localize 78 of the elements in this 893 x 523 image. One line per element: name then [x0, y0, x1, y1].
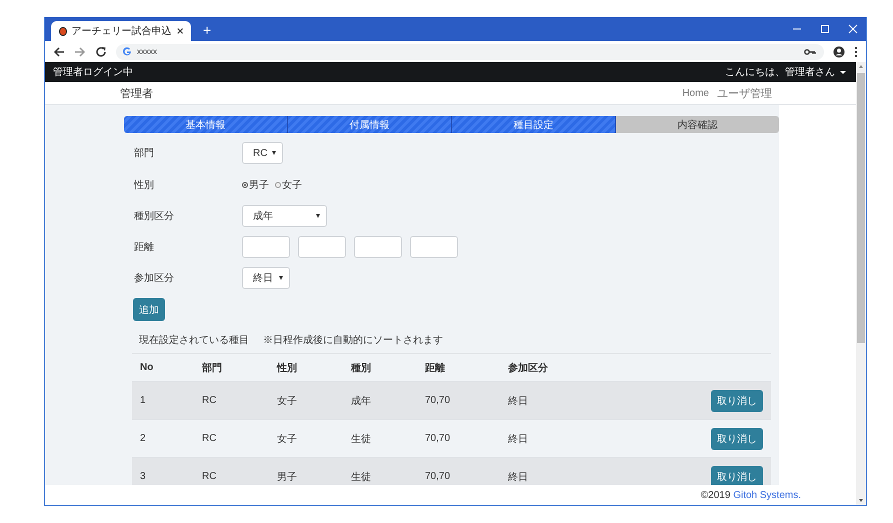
caret-icon [279, 276, 283, 280]
cancel-button[interactable]: 取り消し [711, 466, 763, 485]
maximize-icon[interactable] [820, 24, 830, 34]
table-cell-text: 生徒 [350, 432, 372, 446]
column-header: 種別 [350, 362, 372, 374]
browser-tab[interactable]: アーチェリー試合申込 [51, 21, 191, 41]
progress-step: 基本情報 [124, 116, 288, 133]
field-label: 性別 [134, 178, 155, 192]
back-arrow-icon[interactable] [53, 46, 65, 58]
scrollbar[interactable] [856, 62, 866, 505]
table-cell-text: 成年 [350, 394, 372, 408]
tab-title: アーチェリー試合申込 [72, 24, 172, 38]
new-tab-button[interactable]: + [203, 22, 212, 38]
field-label: 種別区分 [134, 210, 175, 223]
table-cell-text: 終日 [507, 394, 529, 408]
table-cell-text: 生徒 [350, 470, 372, 484]
radio-button[interactable] [275, 182, 281, 188]
table-cell-text: RC [201, 471, 218, 482]
table-cell-text: 2 [139, 433, 147, 444]
field-label: 距離 [134, 241, 155, 254]
table-cell-text: 1 [139, 395, 147, 406]
caret-icon [272, 151, 276, 155]
radio-option[interactable]: 女子 [275, 178, 302, 192]
input-field[interactable] [242, 236, 290, 258]
radio-button[interactable] [242, 182, 248, 188]
account-icon[interactable] [833, 46, 845, 58]
copyright-text: ©2019 Gitoh Systems. [700, 490, 801, 500]
address-bar[interactable]: xxxxx [116, 44, 824, 60]
caret-icon [316, 214, 320, 218]
input-field[interactable] [410, 236, 458, 258]
table-cell-text: 男子 [276, 470, 298, 484]
field-label: 参加区分 [134, 272, 175, 285]
cancel-button[interactable]: 取り消し [711, 390, 763, 412]
table-cell-text: 70,70 [424, 471, 452, 482]
radio-option[interactable]: 男子 [242, 178, 269, 192]
column-header: 距離 [424, 362, 446, 374]
more-menu-icon[interactable] [854, 46, 858, 58]
table-cell-text: 女子 [276, 432, 298, 446]
table-caption: 現在設定されている種目 [139, 334, 249, 347]
caret-icon [840, 70, 846, 74]
column-header: 参加区分 [507, 362, 549, 374]
table-cell-text: RC [201, 433, 218, 444]
forward-arrow-icon[interactable] [74, 46, 86, 58]
table-cell-text: 女子 [276, 394, 298, 408]
user-menu[interactable]: こんにちは、管理者さん [725, 65, 846, 79]
g-logo-icon [122, 46, 132, 56]
key-icon[interactable] [804, 48, 816, 56]
close-icon[interactable] [176, 27, 183, 35]
table-cell-text: 終日 [507, 432, 529, 446]
table-cell-text: RC [201, 395, 218, 406]
input-field[interactable] [354, 236, 402, 258]
site-brand[interactable]: 管理者 [120, 86, 153, 100]
column-header: No [139, 362, 154, 373]
dropdown[interactable]: 成年 [242, 205, 327, 227]
sort-note: ※日程作成後に自動的にソートされます [263, 334, 443, 347]
scrollbar-thumb[interactable] [857, 73, 865, 343]
column-header: 部門 [200, 362, 223, 374]
progress-step: 付属情報 [288, 116, 452, 133]
input-field[interactable] [298, 236, 346, 258]
table-cell-text: 70,70 [424, 433, 452, 444]
nav-link[interactable]: Home [682, 88, 709, 98]
progress-step: 種目設定 [452, 116, 616, 133]
footer-link[interactable]: Gitoh Systems. [733, 490, 801, 500]
dropdown[interactable]: RC [242, 142, 283, 164]
table-cell-text: 70,70 [424, 395, 452, 406]
column-header: 性別 [276, 362, 298, 374]
dropdown[interactable]: 終日 [242, 267, 290, 289]
table-cell-text: 3 [139, 471, 147, 482]
field-label: 部門 [134, 146, 155, 160]
target-icon [59, 26, 67, 36]
reload-icon[interactable] [95, 46, 107, 58]
cancel-button[interactable]: 取り消し [711, 428, 763, 450]
nav-link[interactable]: ユーザ管理 [717, 86, 772, 100]
login-status: 管理者ログイン中 [53, 66, 133, 79]
add-button[interactable]: 追加 [133, 298, 165, 321]
url-text: xxxxx [137, 47, 157, 56]
progress-step: 内容確認 [616, 116, 779, 133]
table-cell-text: 終日 [507, 470, 529, 484]
